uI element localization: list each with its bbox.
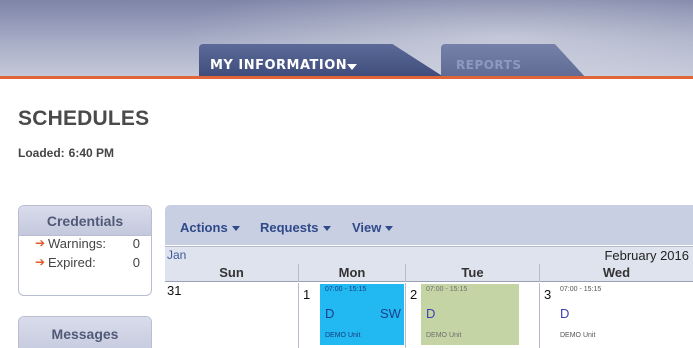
weekday-tue: Tue xyxy=(405,264,539,282)
warnings-count: 0 xyxy=(132,236,140,251)
current-month: February 2016 xyxy=(604,248,689,263)
warnings-label: Warnings: xyxy=(48,236,107,251)
weekday-mon: Mon xyxy=(298,264,405,282)
shift-unit: DEMO Unit xyxy=(560,332,596,339)
day-cell[interactable]: 3 07:00 - 15:15 D DEMO Unit xyxy=(539,283,693,348)
shift-extra: SW xyxy=(380,306,401,321)
loaded-status: Loaded: 6:40 PM xyxy=(18,146,114,160)
shift-time: 07:00 - 15:15 xyxy=(560,286,602,293)
day-number: 31 xyxy=(167,283,182,298)
view-menu[interactable]: View xyxy=(352,220,394,235)
weekday-sun: Sun xyxy=(219,265,244,280)
expired-label: Expired: xyxy=(48,255,96,270)
requests-menu[interactable]: Requests xyxy=(260,220,331,235)
day-cell[interactable]: 1 07:00 - 15:15 D SW DEMO Unit xyxy=(298,283,405,348)
day-number: 1 xyxy=(303,287,311,302)
shift-unit: DEMO Unit xyxy=(325,332,361,339)
shift-block[interactable]: 07:00 - 15:15 D SW DEMO Unit xyxy=(320,284,404,345)
chevron-down-icon xyxy=(322,226,331,232)
requests-label: Requests xyxy=(260,220,319,235)
arrow-right-icon: ➔ xyxy=(35,255,46,269)
shift-time: 07:00 - 15:15 xyxy=(325,286,367,293)
actions-menu[interactable]: Actions xyxy=(180,220,240,235)
calendar-grid: Jan February 2016 Sun Mon Tue Wed 31 1 0… xyxy=(165,246,693,348)
shift-block[interactable]: 07:00 - 15:15 D DEMO Unit xyxy=(421,284,519,345)
messages-title: Messages xyxy=(19,317,151,348)
shift-block[interactable]: 07:00 - 15:15 D DEMO Unit xyxy=(555,284,670,345)
month-bar: Jan February 2016 xyxy=(165,246,693,264)
day-cell[interactable]: 2 07:00 - 15:15 D DEMO Unit xyxy=(405,283,539,348)
chevron-down-icon xyxy=(231,226,240,232)
weekday-header: Sun Mon Tue Wed xyxy=(165,264,693,282)
loaded-label: Loaded: xyxy=(18,146,65,160)
messages-panel: Messages xyxy=(18,316,152,348)
day-cell[interactable]: 31 xyxy=(165,283,298,348)
chevron-down-icon xyxy=(385,226,394,232)
tab-my-information-label: MY INFORMATION xyxy=(210,58,348,73)
credentials-expired-row[interactable]: ➔ Expired: 0 xyxy=(19,255,151,274)
prev-month-link[interactable]: Jan xyxy=(167,247,186,264)
calendar-toolbar: Actions Requests View xyxy=(165,205,693,245)
day-number: 2 xyxy=(410,287,418,302)
day-number: 3 xyxy=(544,287,552,302)
shift-unit: DEMO Unit xyxy=(426,332,462,339)
shift-code: D xyxy=(560,306,570,321)
weekday-wed: Wed xyxy=(539,264,693,282)
view-label: View xyxy=(352,220,382,235)
page-title: SCHEDULES xyxy=(18,107,150,130)
app-header: MY INFORMATION REPORTS xyxy=(0,0,693,76)
shift-time: 07:00 - 15:15 xyxy=(426,286,468,293)
header-divider xyxy=(0,76,693,79)
expired-count: 0 xyxy=(132,255,140,270)
credentials-title: Credentials xyxy=(19,206,151,236)
credentials-warnings-row[interactable]: ➔ Warnings: 0 xyxy=(19,236,151,255)
credentials-panel: Credentials ➔ Warnings: 0 ➔ Expired: 0 xyxy=(18,205,152,296)
loaded-time: 6:40 PM xyxy=(68,146,115,160)
shift-code: D xyxy=(325,306,335,321)
chevron-down-icon xyxy=(347,64,357,70)
tab-reports-label: REPORTS xyxy=(456,58,522,72)
shift-code: D xyxy=(426,306,436,321)
actions-label: Actions xyxy=(180,220,228,235)
arrow-right-icon: ➔ xyxy=(35,236,46,250)
